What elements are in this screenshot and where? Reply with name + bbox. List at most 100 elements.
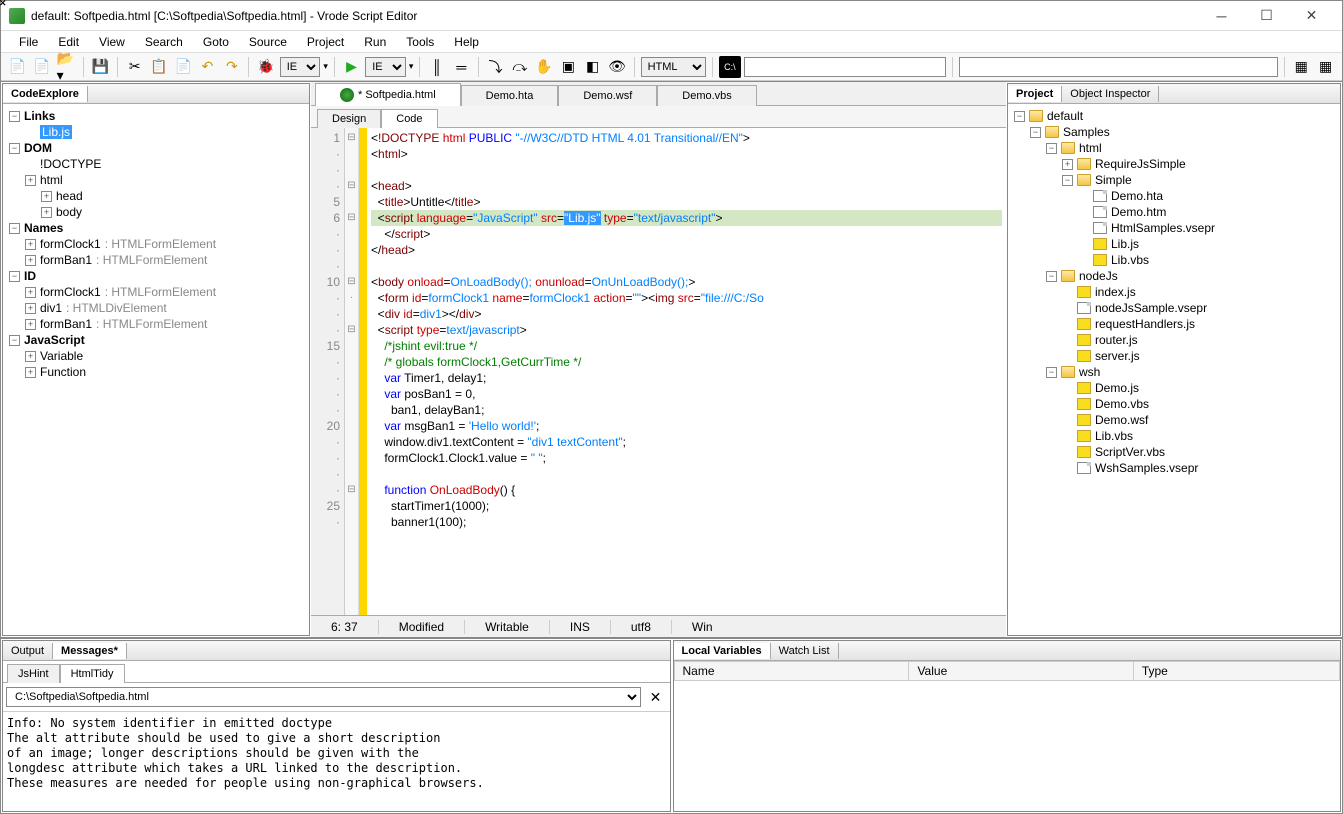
settings-icon[interactable]: ✕ — [645, 686, 667, 708]
expand-toggle-icon[interactable]: + — [25, 239, 36, 250]
expand-toggle-icon[interactable]: + — [25, 351, 36, 362]
tree-item[interactable]: ScriptVer.vbs — [1014, 444, 1334, 460]
tree-item[interactable]: −nodeJs — [1014, 268, 1334, 284]
tree-item[interactable]: nodeJsSample.vsepr — [1014, 300, 1334, 316]
tree-item[interactable]: +Variable — [9, 348, 303, 364]
watch-table[interactable]: NameValueType — [674, 661, 1341, 681]
tree-item[interactable]: WshSamples.vsepr — [1014, 460, 1334, 476]
undo-icon[interactable]: ↶ — [197, 56, 218, 78]
tree-item[interactable]: +formBan1 : HTMLFormElement — [9, 252, 303, 268]
tree-item[interactable]: Demo.htm — [1014, 204, 1334, 220]
expand-toggle-icon[interactable]: + — [25, 319, 36, 330]
tree-item[interactable]: Demo.vbs — [1014, 396, 1334, 412]
tree-item[interactable]: +html — [9, 172, 303, 188]
menu-tools[interactable]: Tools — [396, 33, 444, 51]
expand-toggle-icon[interactable]: − — [1014, 111, 1025, 122]
tree-item[interactable]: requestHandlers.js — [1014, 316, 1334, 332]
menu-source[interactable]: Source — [239, 33, 297, 51]
browser-select[interactable]: IE — [280, 57, 321, 77]
expand-toggle-icon[interactable]: + — [41, 191, 52, 202]
menu-search[interactable]: Search — [135, 33, 193, 51]
tree-item[interactable]: +RequireJsSimple — [1014, 156, 1334, 172]
close-button[interactable]: ✕ — [1289, 2, 1334, 30]
output-tab[interactable]: Output — [3, 643, 53, 659]
menu-help[interactable]: Help — [444, 33, 489, 51]
fold-gutter[interactable]: ⊟ ⊟ ⊟ ⊟ · ⊟ ⊟ — [345, 128, 359, 615]
maximize-button[interactable]: ☐ — [1244, 2, 1289, 30]
menu-edit[interactable]: Edit — [48, 33, 89, 51]
tree-section[interactable]: −DOM — [9, 140, 303, 156]
menu-view[interactable]: View — [89, 33, 135, 51]
breakpoint-icon[interactable]: ▣ — [558, 56, 579, 78]
step-over-icon[interactable]: ⤼ — [509, 56, 530, 78]
tree-item[interactable]: Demo.hta — [1014, 188, 1334, 204]
expand-toggle-icon[interactable]: − — [1046, 143, 1057, 154]
menu-file[interactable]: File — [9, 33, 48, 51]
close-panel-icon[interactable]: ✕ — [0, 0, 9, 9]
sub-tab-design[interactable]: Design — [317, 109, 381, 128]
output-tab[interactable]: Messages* — [53, 643, 127, 659]
tool2-icon[interactable]: ▦ — [1315, 56, 1336, 78]
tree-item[interactable]: −html — [1014, 140, 1334, 156]
language-select[interactable]: HTML — [641, 57, 707, 77]
hand-icon[interactable]: ✋ — [533, 56, 554, 78]
watch-tab[interactable]: Watch List — [771, 643, 839, 659]
watch-col-header[interactable]: Value — [909, 662, 1133, 681]
copy-icon[interactable]: 📋 — [148, 56, 169, 78]
expand-toggle-icon[interactable]: + — [25, 303, 36, 314]
new-file-alt-icon[interactable]: 📄 — [31, 56, 52, 78]
redo-icon[interactable]: ↷ — [221, 56, 242, 78]
expand-toggle-icon[interactable]: + — [25, 367, 36, 378]
watch-tab[interactable]: Local Variables — [674, 643, 771, 659]
tree-item[interactable]: −default — [1014, 108, 1334, 124]
menu-project[interactable]: Project — [297, 33, 354, 51]
code-editor[interactable]: 1 · · · 5 6 · · · 10 · · · 15 · · · · 20… — [311, 128, 1006, 615]
debug-icon[interactable]: 🐞 — [255, 56, 276, 78]
file-tab[interactable]: * Softpedia.html — [315, 83, 461, 106]
run-browser-select[interactable]: IE — [365, 57, 406, 77]
paste-icon[interactable]: 📄 — [173, 56, 194, 78]
tree-section[interactable]: −ID — [9, 268, 303, 284]
run-icon[interactable]: ▶ — [341, 56, 362, 78]
tree-item[interactable]: Demo.js — [1014, 380, 1334, 396]
expand-toggle-icon[interactable]: − — [1062, 175, 1073, 186]
project-tree[interactable]: −default−Samples−html+RequireJsSimple−Si… — [1008, 104, 1340, 635]
output-subtab[interactable]: JsHint — [7, 664, 60, 683]
sub-tab-code[interactable]: Code — [381, 109, 437, 128]
expand-toggle-icon[interactable]: + — [25, 255, 36, 266]
expand-toggle-icon[interactable]: + — [25, 287, 36, 298]
tree-item[interactable]: Demo.wsf — [1014, 412, 1334, 428]
output-path-select[interactable]: C:\Softpedia\Softpedia.html — [6, 687, 641, 707]
search-input[interactable] — [959, 57, 1277, 77]
tree-item[interactable]: Lib.vbs — [1014, 252, 1334, 268]
codeexplore-tab[interactable]: CodeExplore — [3, 86, 88, 102]
project-tab[interactable]: Object Inspector — [1062, 86, 1159, 102]
tree-item[interactable]: +Function — [9, 364, 303, 380]
expand-toggle-icon[interactable]: − — [9, 335, 20, 346]
tree-item[interactable]: router.js — [1014, 332, 1334, 348]
menu-run[interactable]: Run — [354, 33, 396, 51]
tree-item[interactable]: +div1 : HTMLDivElement — [9, 300, 303, 316]
watch-col-header[interactable]: Name — [674, 662, 909, 681]
stop-icon[interactable]: ═ — [451, 56, 472, 78]
project-tab[interactable]: Project — [1008, 86, 1062, 102]
new-file-icon[interactable]: 📄 — [7, 56, 28, 78]
cut-icon[interactable]: ✂ — [124, 56, 145, 78]
codeexplore-tree[interactable]: −LinksLib.js−DOM!DOCTYPE+html+head+body−… — [3, 104, 309, 635]
tree-item[interactable]: !DOCTYPE — [9, 156, 303, 172]
watch-col-header[interactable]: Type — [1133, 662, 1339, 681]
watch-icon[interactable]: 👁 — [606, 56, 627, 78]
tree-item[interactable]: −wsh — [1014, 364, 1334, 380]
expand-toggle-icon[interactable]: + — [25, 175, 36, 186]
command-input[interactable] — [744, 57, 947, 77]
tree-item[interactable]: −Samples — [1014, 124, 1334, 140]
console-icon[interactable]: C:\ — [719, 56, 740, 78]
tree-item[interactable]: +body — [9, 204, 303, 220]
tree-section[interactable]: −JavaScript — [9, 332, 303, 348]
expand-toggle-icon[interactable]: − — [1046, 367, 1057, 378]
tree-item[interactable]: server.js — [1014, 348, 1334, 364]
tree-item[interactable]: +formClock1 : HTMLFormElement — [9, 284, 303, 300]
tree-item[interactable]: +formBan1 : HTMLFormElement — [9, 316, 303, 332]
tree-item[interactable]: +formClock1 : HTMLFormElement — [9, 236, 303, 252]
tool-icon[interactable]: ▦ — [1291, 56, 1312, 78]
